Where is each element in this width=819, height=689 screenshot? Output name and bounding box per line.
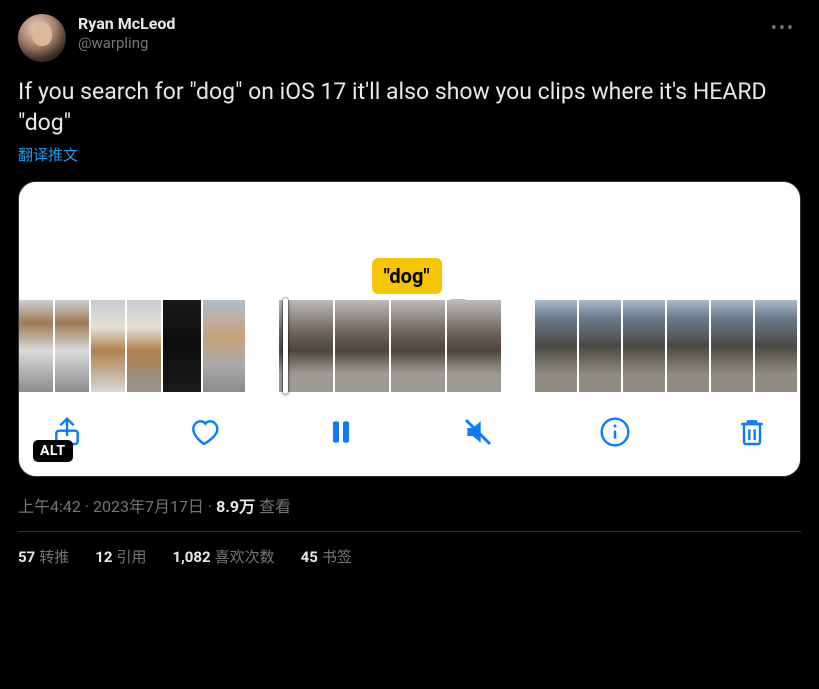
info-button[interactable] (595, 412, 635, 452)
media-top-area: "dog" (19, 182, 800, 300)
alt-badge[interactable]: ALT (33, 440, 73, 462)
clip-frame (579, 300, 621, 392)
stats-row: 57转推 12引用 1,082喜欢次数 45书签 (18, 532, 801, 567)
bookmarks-stat[interactable]: 45书签 (301, 546, 352, 567)
clip-frame (447, 300, 501, 392)
trash-icon (736, 416, 768, 448)
clip-frame (711, 300, 753, 392)
clip-frame (755, 300, 797, 392)
tweet-text: If you search for "dog" on iOS 17 it'll … (18, 76, 801, 138)
clip-frame (55, 300, 89, 392)
pause-button[interactable] (321, 412, 361, 452)
more-button[interactable]: ••• (765, 14, 801, 43)
clip-frame (127, 300, 161, 392)
translate-link[interactable]: 翻译推文 (18, 144, 801, 165)
user-handle: @warpling (78, 34, 765, 53)
clip-group-2[interactable] (279, 300, 501, 392)
info-icon (599, 416, 631, 448)
media-controls (19, 392, 800, 476)
views-count: 8.9万 (216, 497, 255, 516)
video-timeline[interactable] (19, 300, 800, 392)
search-term-tooltip: "dog" (372, 258, 442, 294)
timeline-gap (501, 300, 535, 392)
meta-line: 上午4:42 · 2023年7月17日 · 8.9万 查看 (18, 493, 801, 517)
clip-frame (667, 300, 709, 392)
clip-frame (19, 300, 53, 392)
clip-frame (623, 300, 665, 392)
retweets-stat[interactable]: 57转推 (18, 546, 69, 567)
tweet-time[interactable]: 上午4:42 (18, 497, 81, 516)
media-card: "dog" (18, 181, 801, 477)
clip-frame (391, 300, 445, 392)
clip-group-3[interactable] (535, 300, 797, 392)
playhead-scrubber[interactable] (283, 298, 288, 394)
clip-frame (535, 300, 577, 392)
clip-group-1[interactable] (19, 300, 245, 392)
clip-frame (203, 300, 245, 392)
clip-frame (91, 300, 125, 392)
tweet-header: Ryan McLeod @warpling ••• (18, 14, 801, 62)
display-name: Ryan McLeod (78, 14, 765, 34)
views-label: 查看 (255, 497, 291, 516)
pause-icon (325, 416, 357, 448)
quotes-stat[interactable]: 12引用 (95, 546, 146, 567)
ellipsis-icon: ••• (771, 18, 795, 39)
timeline-gap (245, 300, 279, 392)
clip-frame (335, 300, 389, 392)
clip-frame (163, 300, 201, 392)
speaker-muted-icon (462, 416, 494, 448)
tweet-container: Ryan McLeod @warpling ••• If you search … (0, 0, 819, 567)
heart-icon (188, 416, 220, 448)
likes-stat[interactable]: 1,082喜欢次数 (172, 546, 274, 567)
trash-button[interactable] (732, 412, 772, 452)
avatar[interactable] (18, 14, 66, 62)
mute-button[interactable] (458, 412, 498, 452)
like-button[interactable] (184, 412, 224, 452)
tweet-date[interactable]: 2023年7月17日 (93, 497, 204, 516)
user-block[interactable]: Ryan McLeod @warpling (78, 14, 765, 53)
